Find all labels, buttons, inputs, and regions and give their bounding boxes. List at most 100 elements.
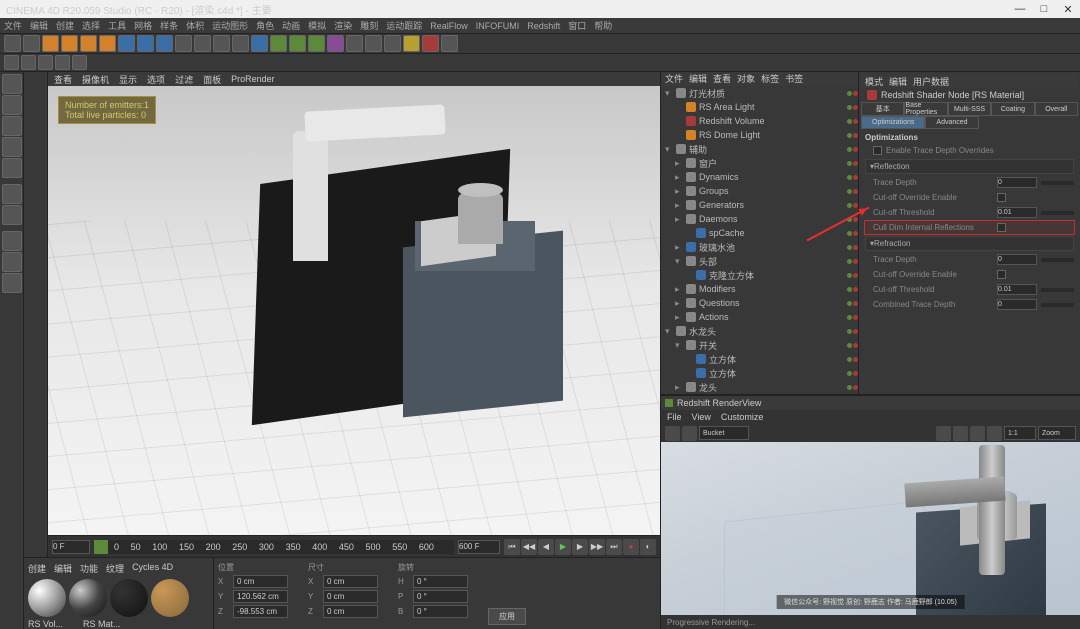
- rvtab[interactable]: File: [667, 412, 682, 422]
- render-settings-icon[interactable]: [232, 35, 249, 52]
- rv-ipr-icon[interactable]: [970, 426, 985, 441]
- window-max[interactable]: □: [1038, 3, 1050, 15]
- undo-icon[interactable]: [4, 35, 21, 52]
- tree-row[interactable]: ▾辅助: [661, 142, 858, 156]
- tree-row[interactable]: ▾开关: [661, 338, 858, 352]
- enable-trace-checkbox[interactable]: [873, 146, 882, 155]
- rv-snapshot-icon[interactable]: [936, 426, 951, 441]
- point-mode-icon[interactable]: [2, 116, 22, 136]
- rotate-icon[interactable]: [99, 35, 116, 52]
- menu-编辑[interactable]: 编辑: [30, 19, 48, 32]
- tree-row[interactable]: 立方体: [661, 352, 858, 366]
- attrtab[interactable]: 用户数据: [913, 75, 949, 88]
- environment-icon[interactable]: [346, 35, 363, 52]
- viewport-solo-icon[interactable]: [2, 205, 22, 225]
- menu-渲染[interactable]: 渲染: [334, 19, 352, 32]
- attrtab[interactable]: 模式: [865, 75, 883, 88]
- camera-icon[interactable]: [365, 35, 382, 52]
- menu-雕刻[interactable]: 雕刻: [360, 19, 378, 32]
- rv-render-icon[interactable]: [665, 426, 680, 441]
- rot-b-input[interactable]: [413, 605, 468, 618]
- tree-row[interactable]: ▸Dynamics: [661, 170, 858, 184]
- menu-RealFlow[interactable]: RealFlow: [430, 21, 468, 31]
- cube-icon[interactable]: [251, 35, 268, 52]
- deformer-icon[interactable]: [327, 35, 344, 52]
- spline-icon[interactable]: [270, 35, 287, 52]
- apply-button[interactable]: 应用: [488, 608, 526, 625]
- mattab[interactable]: 纹理: [106, 562, 124, 576]
- model-mode-icon[interactable]: [2, 74, 22, 94]
- tree-row[interactable]: ▸窗户: [661, 156, 858, 170]
- tree-row[interactable]: 立方体: [661, 366, 858, 380]
- objtab[interactable]: 标签: [761, 72, 779, 86]
- attr-main-tab[interactable]: Coating: [991, 102, 1034, 116]
- rot-p-input[interactable]: [413, 590, 468, 603]
- scale-icon[interactable]: [80, 35, 97, 52]
- tree-row[interactable]: ▸Modifiers: [661, 282, 858, 296]
- refr-cutoff-thresh-input[interactable]: [997, 284, 1037, 295]
- live-select-icon[interactable]: [42, 35, 59, 52]
- vptab-ProRender[interactable]: ProRender: [231, 74, 275, 84]
- vptab-摄像机[interactable]: 摄像机: [82, 73, 109, 86]
- autokey-icon[interactable]: ◐: [640, 539, 656, 555]
- axis-x-icon[interactable]: [118, 35, 135, 52]
- menu-动画[interactable]: 动画: [282, 19, 300, 32]
- material-preview-2[interactable]: [69, 579, 107, 617]
- goto-end-icon[interactable]: ⏭: [606, 539, 622, 555]
- tree-row[interactable]: ▸龙头: [661, 380, 858, 394]
- rvtab[interactable]: Customize: [721, 412, 764, 422]
- tree-row[interactable]: ▸Actions: [661, 310, 858, 324]
- tree-row[interactable]: ▸Groups: [661, 184, 858, 198]
- menu-模拟[interactable]: 模拟: [308, 19, 326, 32]
- tool-c-icon[interactable]: [38, 55, 53, 70]
- tree-row[interactable]: RS Area Light: [661, 100, 858, 114]
- edge-mode-icon[interactable]: [2, 137, 22, 157]
- tool-b-icon[interactable]: [21, 55, 36, 70]
- material-preview-3[interactable]: [110, 579, 148, 617]
- tree-row[interactable]: ▾水龙头: [661, 324, 858, 338]
- menu-运动跟踪[interactable]: 运动跟踪: [386, 19, 422, 32]
- menu-网格[interactable]: 网格: [134, 19, 152, 32]
- menu-样条[interactable]: 样条: [160, 19, 178, 32]
- menu-体积[interactable]: 体积: [186, 19, 204, 32]
- rv-region-icon[interactable]: [953, 426, 968, 441]
- tree-row[interactable]: RS Dome Light: [661, 128, 858, 142]
- rv-lock-icon[interactable]: [987, 426, 1002, 441]
- vptab-选项[interactable]: 选项: [147, 73, 165, 86]
- pos-y-input[interactable]: [233, 590, 288, 603]
- refr-trace-depth-input[interactable]: [997, 254, 1037, 265]
- rv-zoom[interactable]: Zoom: [1038, 426, 1076, 440]
- mattab[interactable]: 编辑: [54, 562, 72, 576]
- material-preview-4[interactable]: [151, 579, 189, 617]
- render-output[interactable]: 微信公众号: 野视觉 原创: 野鹿志 作者: 马鹿野郎 (10.05): [661, 442, 1080, 615]
- menu-运动图形[interactable]: 运动图形: [212, 19, 248, 32]
- frame-start-input[interactable]: [52, 540, 90, 554]
- trace-depth-slider[interactable]: [1041, 181, 1074, 185]
- objtab[interactable]: 对象: [737, 72, 755, 86]
- menu-INFOFUMI[interactable]: INFOFUMI: [476, 21, 520, 31]
- combined-depth-input[interactable]: [997, 299, 1037, 310]
- prev-key-icon[interactable]: ◀◀: [521, 539, 537, 555]
- nurbs-icon[interactable]: [289, 35, 306, 52]
- menu-Redshift[interactable]: Redshift: [527, 21, 560, 31]
- size-x-input[interactable]: [323, 575, 378, 588]
- viewport[interactable]: Number of emitters:1 Total live particle…: [48, 86, 660, 535]
- enable-axis-icon[interactable]: [2, 184, 22, 204]
- timeline-track[interactable]: 050100150200250300350400450500550600: [94, 540, 454, 554]
- render-icon[interactable]: [194, 35, 211, 52]
- coord-sys-icon[interactable]: [175, 35, 192, 52]
- objtab[interactable]: 编辑: [689, 72, 707, 86]
- attr-main-tab[interactable]: Base Properties: [904, 102, 947, 116]
- pos-z-input[interactable]: [233, 605, 288, 618]
- cull-dim-checkbox[interactable]: [997, 223, 1006, 232]
- attr-sub-tab[interactable]: Advanced: [925, 116, 978, 129]
- rot-h-input[interactable]: [413, 575, 468, 588]
- goto-start-icon[interactable]: ⏮: [504, 539, 520, 555]
- workplane-icon[interactable]: [2, 252, 22, 272]
- vptab-过滤[interactable]: 过滤: [175, 73, 193, 86]
- record-key-icon[interactable]: ●: [623, 539, 639, 555]
- mograph-icon[interactable]: [441, 35, 458, 52]
- psr-icon[interactable]: [403, 35, 420, 52]
- tree-row[interactable]: ▾灯光材质: [661, 86, 858, 100]
- move-icon[interactable]: [61, 35, 78, 52]
